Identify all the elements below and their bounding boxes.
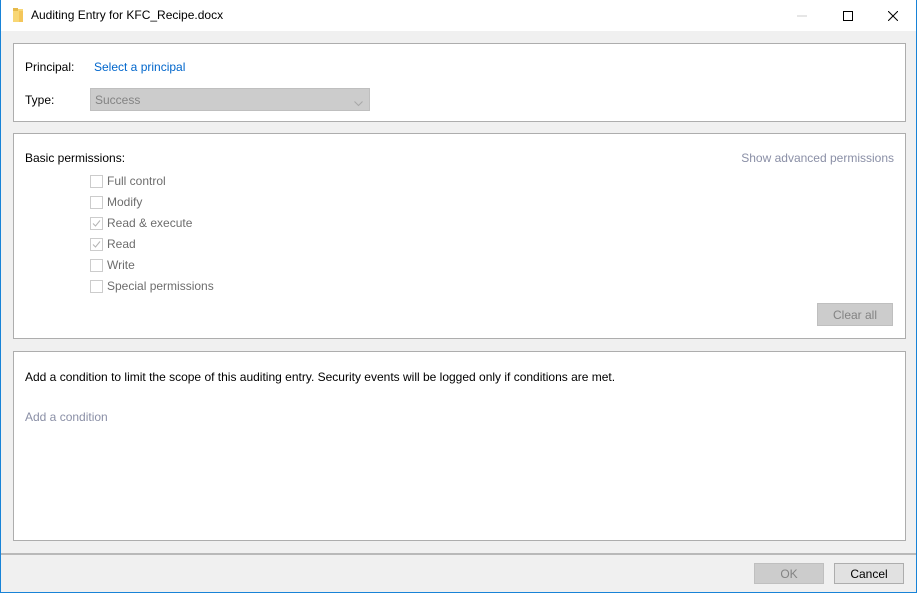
permission-row[interactable]: Read & execute: [90, 215, 192, 231]
ok-button[interactable]: OK: [754, 563, 824, 584]
permission-label: Write: [107, 258, 135, 272]
close-button[interactable]: [870, 0, 916, 31]
checkmark-icon: [92, 219, 101, 227]
select-principal-link[interactable]: Select a principal: [94, 60, 185, 74]
footer-separator: [1, 553, 916, 555]
permissions-panel: Basic permissions: Show advanced permiss…: [13, 133, 906, 339]
permission-label: Read & execute: [107, 216, 193, 230]
minimize-icon: [797, 15, 807, 16]
permission-checkbox[interactable]: [90, 174, 103, 188]
window-title: Auditing Entry for KFC_Recipe.docx: [31, 8, 224, 22]
chevron-down-icon: [354, 96, 363, 110]
show-advanced-permissions-link[interactable]: Show advanced permissions: [741, 151, 894, 165]
permission-label: Read: [107, 237, 136, 251]
basic-permissions-heading: Basic permissions:: [25, 151, 126, 165]
clear-all-button[interactable]: Clear all: [817, 303, 893, 326]
folder-icon: [13, 8, 23, 22]
permission-row[interactable]: Modify: [90, 194, 142, 210]
condition-panel: Add a condition to limit the scope of th…: [13, 351, 906, 541]
condition-description: Add a condition to limit the scope of th…: [25, 370, 616, 384]
principal-panel: Principal: Select a principal Type: Succ…: [13, 43, 906, 122]
permission-checkbox[interactable]: [90, 195, 103, 209]
permission-row[interactable]: Read: [90, 236, 136, 252]
type-label: Type:: [25, 93, 55, 107]
permission-label: Special permissions: [107, 279, 214, 293]
principal-label: Principal:: [25, 60, 75, 74]
maximize-icon: [843, 10, 853, 21]
minimize-button[interactable]: [779, 0, 825, 31]
cancel-button[interactable]: Cancel: [834, 563, 904, 584]
permission-label: Modify: [107, 195, 143, 209]
maximize-button[interactable]: [825, 0, 871, 31]
checkmark-icon: [92, 240, 101, 248]
permission-checkbox[interactable]: [90, 216, 103, 230]
permission-row[interactable]: Full control: [90, 173, 166, 189]
permission-checkbox[interactable]: [90, 237, 103, 251]
auditing-entry-dialog: Auditing Entry for KFC_Recipe.docx Princ…: [0, 0, 917, 593]
permission-row[interactable]: Special permissions: [90, 278, 214, 294]
permission-checkbox[interactable]: [90, 279, 103, 293]
add-condition-link[interactable]: Add a condition: [25, 410, 108, 424]
close-icon: [888, 10, 898, 21]
title-bar: Auditing Entry for KFC_Recipe.docx: [1, 0, 916, 31]
type-select[interactable]: Success: [90, 88, 370, 111]
permission-row[interactable]: Write: [90, 257, 135, 273]
permission-label: Full control: [107, 174, 166, 188]
type-select-value: Success: [95, 93, 141, 107]
permission-checkbox[interactable]: [90, 258, 103, 272]
